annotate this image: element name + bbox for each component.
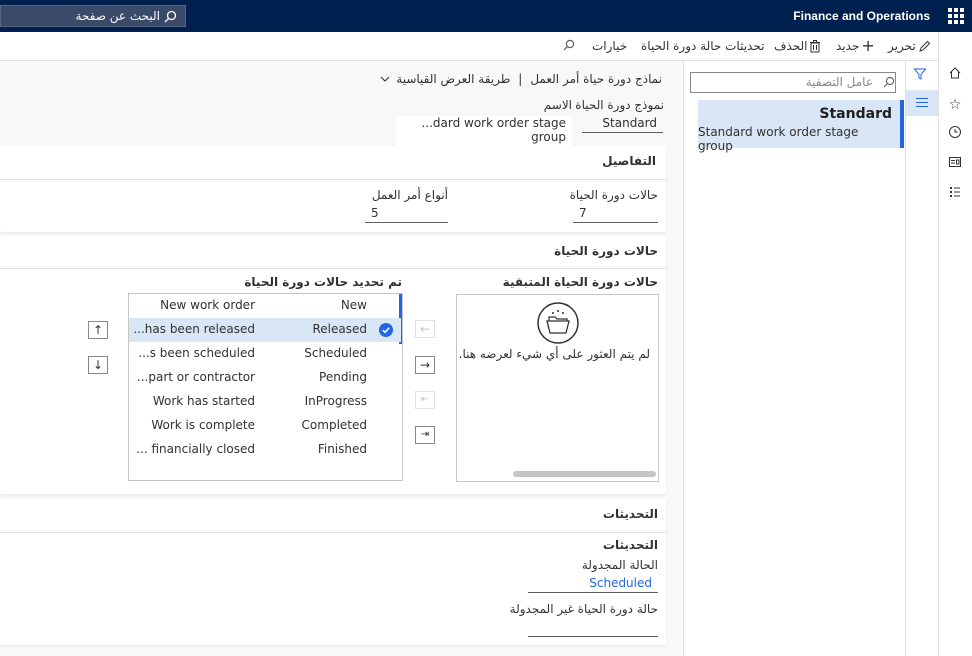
move-up-icon[interactable]: ↑ bbox=[88, 321, 108, 339]
work-order-types-value: 5 bbox=[365, 206, 448, 223]
filter-icon[interactable] bbox=[913, 67, 927, 84]
options-button[interactable]: خيارات bbox=[592, 39, 627, 53]
horizontal-scrollbar[interactable] bbox=[513, 471, 656, 477]
updates-subtitle: التحديثات bbox=[602, 538, 658, 552]
lifecycle-updates-button[interactable]: تحديثات حالة دورة الحياة bbox=[641, 39, 764, 53]
updates-divider bbox=[0, 532, 666, 533]
lifecycle-states-label: حالات دورة الحياة bbox=[569, 188, 658, 202]
list-item-subtitle: Standard work order stage group bbox=[698, 125, 859, 153]
details-divider bbox=[0, 179, 666, 180]
delete-icon bbox=[810, 39, 821, 52]
list-view-toggle[interactable] bbox=[905, 90, 938, 116]
list-item[interactable]: Pending ...part or contractor bbox=[129, 366, 401, 390]
empty-message: لم يتم العثور على أي شيء لعرضه هنا. bbox=[458, 347, 650, 361]
scheduled-state-link[interactable]: Scheduled bbox=[528, 576, 658, 593]
list-item[interactable]: InProgress Work has started bbox=[129, 390, 401, 414]
breadcrumb: نماذج دورة حياة أمر العمل | طريقة العرض … bbox=[380, 72, 662, 86]
plus-icon: + bbox=[861, 36, 875, 55]
list-item[interactable]: Finished ... financially closed bbox=[129, 438, 401, 462]
move-all-right-icon[interactable]: ⇥ bbox=[415, 426, 435, 444]
name-value[interactable]: ...dard work order stage group bbox=[396, 116, 572, 147]
unscheduled-state-label: حالة دورة الحياة غير المجدولة bbox=[509, 602, 658, 616]
page-search-text: البحث عن صفحة bbox=[75, 9, 160, 23]
updates-title[interactable]: التحديثات bbox=[603, 507, 658, 521]
lifecycle-states-value: 7 bbox=[573, 206, 658, 223]
list-item[interactable]: New New work order bbox=[129, 294, 401, 318]
list-item-selected[interactable]: Standard Standard work order stage group bbox=[698, 100, 904, 153]
move-all-left-icon[interactable]: ⇤ bbox=[415, 391, 435, 409]
home-icon[interactable] bbox=[946, 66, 964, 84]
list-item-selected-row[interactable]: Released ...has been released bbox=[129, 318, 401, 342]
chevron-down-icon bbox=[380, 76, 390, 82]
breadcrumb-separator: | bbox=[518, 72, 523, 86]
view-selector[interactable]: طريقة العرض القياسية bbox=[380, 72, 510, 86]
breadcrumb-title: نماذج دورة حياة أمر العمل bbox=[530, 72, 662, 86]
details-title[interactable]: التفاصيل bbox=[602, 154, 656, 168]
app-brand: Finance and Operations bbox=[793, 9, 930, 23]
selected-states-list: New New work order Released ...has been … bbox=[128, 293, 403, 481]
lifecycle-title[interactable]: حالات دورة الحياة bbox=[554, 244, 658, 258]
page-search-box[interactable]: البحث عن صفحة bbox=[0, 5, 186, 27]
move-right-icon[interactable]: → bbox=[415, 356, 435, 374]
details-section bbox=[0, 146, 666, 232]
move-left-icon[interactable]: ← bbox=[415, 320, 435, 338]
col-name-label: الاسم bbox=[543, 98, 572, 112]
new-button[interactable]: جديد + bbox=[836, 36, 875, 55]
search-icon bbox=[164, 10, 177, 22]
checkmark-icon bbox=[379, 323, 393, 337]
col-model-label: نموذج دورة الحياة bbox=[575, 98, 664, 112]
empty-folder-icon bbox=[537, 302, 579, 344]
modules-icon[interactable] bbox=[946, 185, 964, 203]
scheduled-state-label: الحالة المجدولة bbox=[581, 558, 658, 572]
edit-button[interactable]: تحرير bbox=[888, 39, 931, 53]
remaining-states-list[interactable]: لم يتم العثور على أي شيء لعرضه هنا. bbox=[456, 294, 659, 482]
workspaces-icon[interactable] bbox=[946, 155, 964, 173]
pencil-icon bbox=[918, 40, 930, 52]
work-order-types-label: أنواع أمر العمل bbox=[371, 188, 448, 202]
filter-search-icon bbox=[883, 76, 895, 91]
move-down-icon[interactable]: ↓ bbox=[88, 356, 108, 374]
list-item-title: Standard bbox=[819, 106, 892, 122]
delete-button[interactable]: الحذف bbox=[774, 39, 821, 53]
selected-states-title: تم تحديد حالات دورة الحياة bbox=[244, 275, 402, 289]
app-launcher-icon[interactable] bbox=[948, 8, 964, 24]
lifecycle-divider bbox=[0, 268, 666, 269]
filter-input[interactable]: عامل التصفية bbox=[690, 72, 896, 93]
unscheduled-state-value[interactable] bbox=[528, 621, 658, 637]
search-actions-icon[interactable] bbox=[563, 39, 575, 54]
favorites-icon[interactable]: ☆ bbox=[946, 96, 964, 114]
remaining-states-title: حالات دورة الحياة المتبقية bbox=[502, 275, 658, 289]
model-value: Standard bbox=[582, 116, 663, 133]
list-item[interactable]: Completed Work is complete bbox=[129, 414, 401, 438]
list-item[interactable]: Scheduled ...s been scheduled bbox=[129, 342, 401, 366]
recent-icon[interactable] bbox=[946, 125, 964, 143]
list-toggle-strip bbox=[905, 61, 938, 656]
